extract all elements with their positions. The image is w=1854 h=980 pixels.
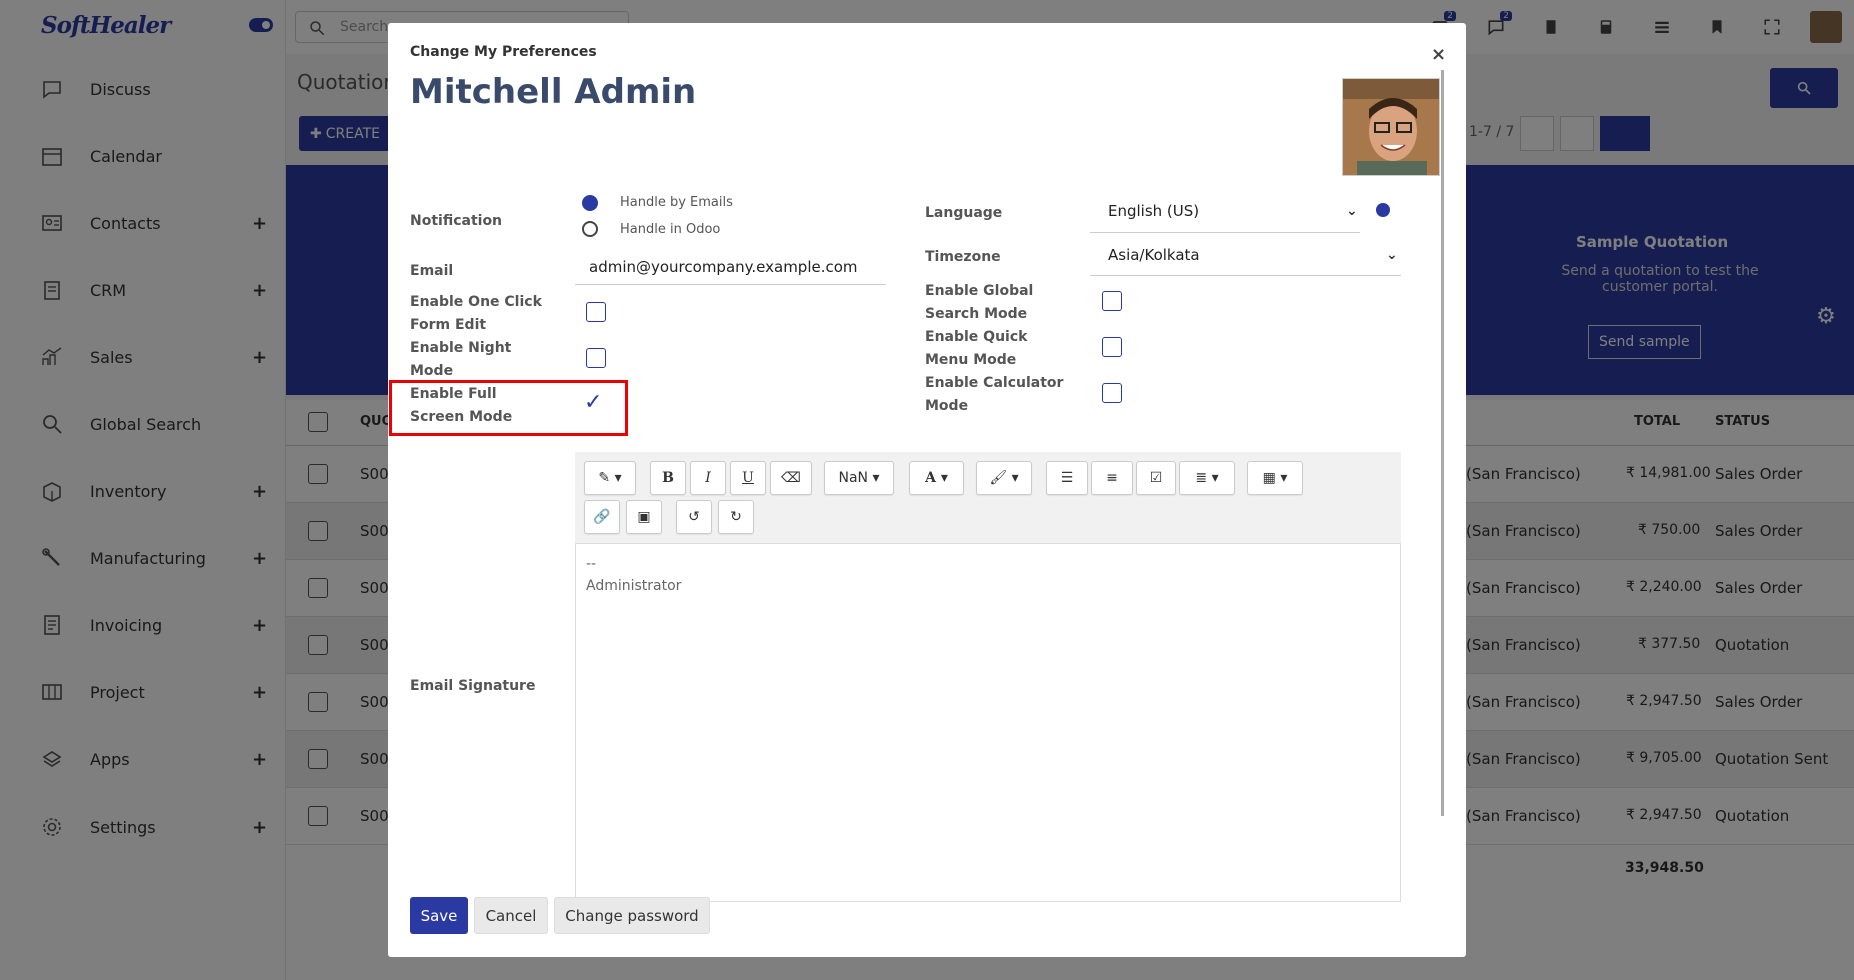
chevron-down-icon: ⌄ bbox=[1386, 247, 1398, 263]
checklist-icon[interactable]: ☑ bbox=[1136, 461, 1176, 495]
user-name-heading: Mitchell Admin bbox=[410, 72, 697, 112]
one-click-edit-checkbox[interactable] bbox=[586, 302, 606, 322]
label-line: Mode bbox=[410, 363, 454, 379]
notification-label: Notification bbox=[410, 213, 503, 229]
email-signature-label: Email Signature bbox=[410, 678, 536, 694]
one-click-edit-label: Enable One Click Form Edit bbox=[410, 291, 542, 337]
timezone-label: Timezone bbox=[925, 249, 1001, 265]
image-icon[interactable]: ▣ bbox=[626, 500, 662, 534]
brush-icon[interactable]: 🖌 ▾ bbox=[976, 461, 1032, 495]
radio-handle-in-odoo[interactable] bbox=[582, 221, 598, 237]
eraser-icon[interactable]: ⌫ bbox=[770, 461, 812, 495]
label-line: Enable One Click bbox=[410, 294, 542, 310]
globe-icon[interactable] bbox=[1376, 203, 1390, 217]
bullet-list-icon[interactable]: ☰ bbox=[1046, 461, 1088, 495]
language-label: Language bbox=[925, 205, 1003, 221]
save-button[interactable]: Save bbox=[410, 897, 468, 934]
magic-style-icon[interactable]: ✎ ▾ bbox=[584, 461, 636, 495]
quick-menu-checkbox[interactable] bbox=[1102, 337, 1122, 357]
highlight-box bbox=[389, 380, 628, 436]
signature-line: -- bbox=[586, 556, 597, 572]
calculator-label: Enable Calculator Mode bbox=[925, 372, 1063, 418]
user-photo[interactable] bbox=[1342, 78, 1440, 176]
underline-icon[interactable]: U bbox=[730, 461, 766, 495]
quick-menu-label: Enable Quick Menu Mode bbox=[925, 326, 1027, 372]
close-icon[interactable]: × bbox=[1431, 44, 1446, 65]
label-line: Mode bbox=[925, 398, 969, 414]
dialog-title: Change My Preferences bbox=[410, 44, 597, 60]
user-photo-image bbox=[1343, 79, 1439, 175]
italic-icon[interactable]: I bbox=[690, 461, 726, 495]
night-mode-label: Enable Night Mode bbox=[410, 337, 511, 383]
align-icon[interactable]: ≣ ▾ bbox=[1179, 461, 1235, 495]
night-mode-checkbox[interactable] bbox=[586, 348, 606, 368]
numbered-list-icon[interactable]: ≡ bbox=[1091, 461, 1133, 495]
label-line: Menu Mode bbox=[925, 352, 1017, 368]
radio-label: Handle in Odoo bbox=[620, 222, 721, 237]
bold-icon[interactable]: B bbox=[650, 461, 686, 495]
label-line: Enable Quick bbox=[925, 329, 1028, 345]
radio-label: Handle by Emails bbox=[620, 195, 733, 210]
language-value: English (US) bbox=[1108, 202, 1200, 220]
label-line: Enable Global bbox=[925, 283, 1034, 299]
undo-icon[interactable]: ↺ bbox=[676, 500, 712, 534]
table-icon[interactable]: ▦ ▾ bbox=[1247, 461, 1303, 495]
label-line: Form Edit bbox=[410, 317, 487, 333]
change-password-button[interactable]: Change password bbox=[554, 897, 710, 934]
font-size-dropdown[interactable]: NaN ▾ bbox=[824, 461, 894, 495]
email-value: admin@yourcompany.example.com bbox=[589, 258, 858, 276]
cancel-button[interactable]: Cancel bbox=[474, 897, 548, 934]
email-label: Email bbox=[410, 263, 454, 279]
signature-line: Administrator bbox=[586, 578, 682, 594]
dialog-scrollbar[interactable] bbox=[1441, 70, 1444, 816]
global-search-checkbox[interactable] bbox=[1102, 291, 1122, 311]
radio-handle-by-emails[interactable] bbox=[582, 195, 598, 211]
link-icon[interactable]: 🔗 bbox=[584, 500, 620, 534]
global-search-label: Enable Global Search Mode bbox=[925, 280, 1033, 326]
label-line: Enable Night bbox=[410, 340, 512, 356]
label-line: Search Mode bbox=[925, 306, 1028, 322]
timezone-value: Asia/Kolkata bbox=[1108, 246, 1200, 264]
label-line: Enable Calculator bbox=[925, 375, 1064, 391]
chevron-down-icon: ⌄ bbox=[1346, 203, 1358, 219]
font-size-value: NaN bbox=[838, 470, 869, 486]
calculator-checkbox[interactable] bbox=[1102, 383, 1122, 403]
redo-icon[interactable]: ↻ bbox=[718, 500, 754, 534]
font-color-icon[interactable]: A ▾ bbox=[909, 461, 964, 495]
